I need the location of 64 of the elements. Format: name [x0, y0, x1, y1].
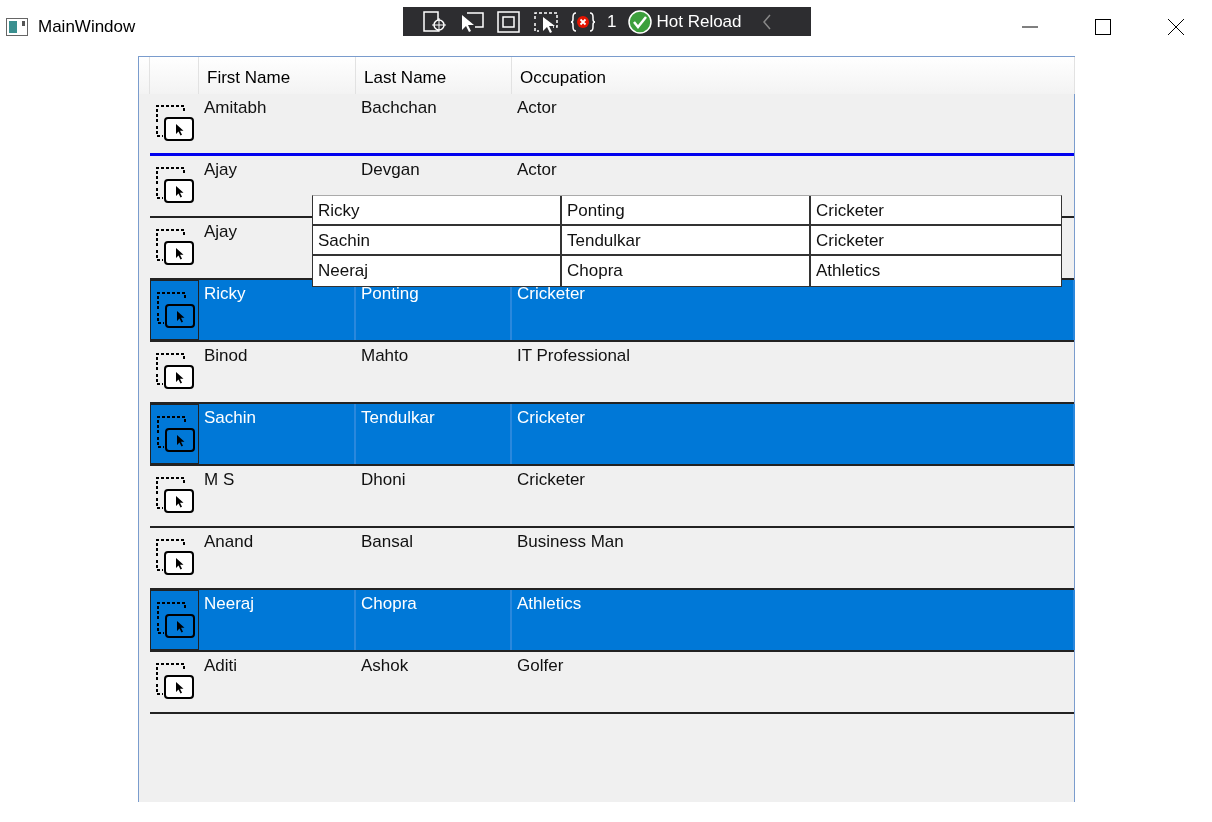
cell-text: Ashok — [361, 656, 409, 675]
close-icon — [1167, 19, 1184, 35]
cell-text: Athletics — [517, 594, 582, 613]
cell-text: Aditi — [204, 656, 238, 675]
drag-select-icon — [155, 104, 195, 144]
cell-text: Cricketer — [517, 284, 585, 303]
drag-select-icon — [156, 415, 196, 455]
cell-text: Tendulkar — [361, 408, 435, 427]
select-element-icon[interactable] — [459, 10, 485, 33]
collapse-icon[interactable] — [761, 12, 772, 31]
cell-text: Sachin — [204, 408, 256, 427]
drag-select-icon — [155, 476, 195, 516]
cell-text: Devgan — [361, 160, 420, 179]
cell-text: Ponting — [361, 284, 419, 303]
cell-text: Binod — [204, 346, 248, 365]
preview-cell-text: Cricketer — [815, 230, 885, 252]
cell-text: Anand — [204, 532, 254, 551]
minimize-icon — [1021, 26, 1038, 28]
preview-cell-text: Cricketer — [815, 200, 885, 222]
cell-text: Dhoni — [361, 470, 406, 489]
track-focus-icon[interactable] — [533, 10, 559, 33]
preview-cell: Ricky — [313, 196, 562, 224]
maximize-icon — [1094, 19, 1111, 35]
adorner-icon[interactable] — [497, 10, 521, 33]
drag-select-icon — [156, 291, 196, 331]
cell-text: Amitabh — [204, 98, 267, 117]
cell-text: Ajay — [204, 160, 238, 179]
app-icon — [6, 18, 28, 36]
preview-cell: Sachin — [313, 226, 562, 254]
column-header[interactable]: Last Name — [356, 57, 512, 94]
cell-text: Neeraj — [204, 594, 255, 613]
cell-text: Cricketer — [517, 408, 585, 427]
cell-text: IT Professional — [517, 346, 631, 365]
drag-select-icon — [155, 166, 195, 206]
error-count[interactable]: 1 — [607, 11, 617, 32]
cell-text: Golfer — [517, 656, 564, 675]
preview-cell-text: Athletics — [815, 260, 882, 282]
cell-text: Bachchan — [361, 98, 437, 117]
preview-cell: Ponting — [562, 196, 811, 224]
live-tree-icon[interactable] — [423, 10, 447, 33]
cell-text: Bansal — [361, 532, 413, 551]
error-icon[interactable] — [571, 10, 595, 33]
cell-text: Ajay — [204, 222, 238, 241]
drag-select-icon — [155, 352, 195, 392]
check-icon — [628, 9, 653, 34]
column-header[interactable]: First Name — [199, 57, 356, 94]
cell-text: M S — [204, 470, 235, 489]
cell-text: Business Man — [517, 532, 624, 551]
cell-text: Ricky — [204, 284, 246, 303]
hot-reload-button[interactable]: Hot Reload — [628, 9, 742, 34]
preview-cell: Neeraj — [313, 256, 562, 286]
drag-select-icon — [156, 601, 196, 641]
drag-select-icon — [155, 662, 195, 702]
cell-text: Actor — [517, 160, 557, 179]
drag-select-icon — [155, 228, 195, 268]
cell-text: Cricketer — [517, 470, 585, 489]
drag-select-icon — [155, 538, 195, 578]
column-header[interactable]: Occupation — [512, 57, 1075, 94]
cell-text: Actor — [517, 98, 557, 117]
cell-text: Chopra — [361, 594, 417, 613]
window-title: MainWindow — [38, 17, 136, 37]
preview-cell: Chopra — [562, 256, 811, 286]
cell-text: Mahto — [361, 346, 409, 365]
preview-cell: Tendulkar — [562, 226, 811, 254]
